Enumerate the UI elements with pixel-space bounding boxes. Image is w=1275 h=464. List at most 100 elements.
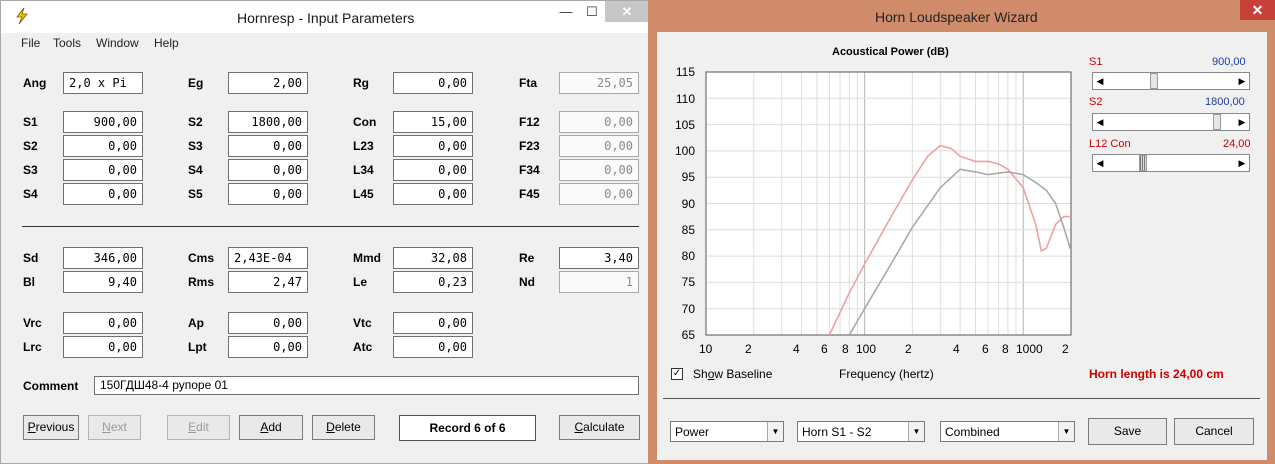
- label-f45: F45: [519, 187, 540, 201]
- l12-slider-value: 24,00: [1223, 138, 1251, 150]
- field-rg[interactable]: 0,00: [393, 72, 473, 94]
- scroll-right-arrow-icon[interactable]: ▶: [1235, 155, 1249, 171]
- y-tick-label: 115: [675, 65, 695, 79]
- show-baseline-label[interactable]: Show Baseline: [693, 367, 772, 381]
- field-f23: 0,00: [559, 135, 639, 157]
- power-select[interactable]: Power ▼: [670, 421, 784, 442]
- field-l34[interactable]: 0,00: [393, 159, 473, 181]
- delete-button[interactable]: Delete: [312, 415, 375, 440]
- label-l34: L34: [353, 163, 374, 177]
- cancel-button[interactable]: Cancel: [1174, 418, 1254, 445]
- s1-slider-thumb[interactable]: [1150, 73, 1158, 89]
- field-s5[interactable]: 0,00: [228, 183, 308, 205]
- field-atc[interactable]: 0,00: [393, 336, 473, 358]
- mode-select-value: Combined: [945, 425, 1000, 439]
- field-vrc[interactable]: 0,00: [63, 312, 143, 334]
- s1-slider-value: 900,00: [1212, 56, 1246, 68]
- y-tick-label: 100: [674, 144, 695, 158]
- menu-help[interactable]: Help: [154, 36, 179, 50]
- field-s2-lower[interactable]: 0,00: [63, 135, 143, 157]
- dropdown-arrow-icon[interactable]: ▼: [1058, 422, 1074, 441]
- field-eg[interactable]: 2,00: [228, 72, 308, 94]
- field-vtc[interactable]: 0,00: [393, 312, 473, 334]
- label-le: Le: [353, 275, 368, 289]
- label-lpt: Lpt: [188, 340, 207, 354]
- field-cms[interactable]: 2,43E-04: [228, 247, 308, 269]
- x-tick-label: 4: [793, 342, 800, 356]
- menu-file[interactable]: File: [21, 36, 40, 50]
- label-s3-lower: S3: [23, 163, 38, 177]
- label-atc: Atc: [353, 340, 373, 354]
- x-tick-label: 1000: [1016, 342, 1043, 356]
- save-button[interactable]: Save: [1088, 418, 1167, 445]
- y-tick-label: 85: [681, 223, 695, 237]
- label-sd: Sd: [23, 251, 39, 265]
- close-button[interactable]: ✕: [1240, 0, 1275, 20]
- label-s1: S1: [23, 115, 38, 129]
- comment-field[interactable]: 150ГДШ48-4 рупоре 01: [94, 376, 639, 395]
- y-tick-label: 70: [681, 302, 695, 316]
- x-tick-label: 4: [953, 342, 960, 356]
- field-rms[interactable]: 2,47: [228, 271, 308, 293]
- l12-slider-thumb[interactable]: [1139, 155, 1147, 171]
- label-rms: Rms: [188, 275, 215, 289]
- field-s1[interactable]: 900,00: [63, 111, 143, 133]
- s2-slider[interactable]: ◀ ▶: [1092, 113, 1250, 131]
- separator-line: [663, 398, 1260, 399]
- show-baseline-checkbox[interactable]: ✓: [671, 368, 683, 380]
- minimize-button[interactable]: —: [553, 1, 579, 22]
- field-s3-lower[interactable]: 0,00: [63, 159, 143, 181]
- dropdown-arrow-icon[interactable]: ▼: [767, 422, 783, 441]
- label-nd: Nd: [519, 275, 535, 289]
- label-s3: S3: [188, 139, 203, 153]
- menu-tools[interactable]: Tools: [53, 36, 81, 50]
- field-s3[interactable]: 0,00: [228, 135, 308, 157]
- field-bl[interactable]: 9,40: [63, 271, 143, 293]
- label-con: Con: [353, 115, 377, 129]
- maximize-button[interactable]: ☐: [579, 1, 605, 22]
- add-button[interactable]: Add: [239, 415, 303, 440]
- previous-button[interactable]: Previous: [23, 415, 79, 440]
- field-l45[interactable]: 0,00: [393, 183, 473, 205]
- horn-wizard-window: Horn Loudspeaker Wizard ✕ Acoustical Pow…: [648, 0, 1275, 464]
- field-f45: 0,00: [559, 183, 639, 205]
- mode-select[interactable]: Combined ▼: [940, 421, 1075, 442]
- field-s4[interactable]: 0,00: [228, 159, 308, 181]
- scroll-left-arrow-icon[interactable]: ◀: [1093, 114, 1107, 130]
- x-axis-label: Frequency (hertz): [839, 367, 934, 381]
- scroll-left-arrow-icon[interactable]: ◀: [1093, 155, 1107, 171]
- field-sd[interactable]: 346,00: [63, 247, 143, 269]
- label-l23: L23: [353, 139, 374, 153]
- dropdown-arrow-icon[interactable]: ▼: [908, 422, 924, 441]
- label-rg: Rg: [353, 76, 369, 90]
- field-lpt[interactable]: 0,00: [228, 336, 308, 358]
- x-tick-label: 100: [856, 342, 877, 356]
- field-ap[interactable]: 0,00: [228, 312, 308, 334]
- s1-slider[interactable]: ◀ ▶: [1092, 72, 1250, 90]
- scroll-right-arrow-icon[interactable]: ▶: [1235, 114, 1249, 130]
- scroll-right-arrow-icon[interactable]: ▶: [1235, 73, 1249, 89]
- s2-slider-thumb[interactable]: [1213, 114, 1221, 130]
- label-s2-lower: S2: [23, 139, 38, 153]
- field-s2[interactable]: 1800,00: [228, 111, 308, 133]
- field-nd[interactable]: 1: [559, 271, 639, 293]
- x-tick-label: 8: [1002, 342, 1009, 356]
- label-s5: S5: [188, 187, 203, 201]
- field-con[interactable]: 15,00: [393, 111, 473, 133]
- field-re[interactable]: 3,40: [559, 247, 639, 269]
- next-button[interactable]: Next: [88, 415, 141, 440]
- scroll-left-arrow-icon[interactable]: ◀: [1093, 73, 1107, 89]
- close-button[interactable]: ✕: [605, 1, 649, 22]
- field-ang[interactable]: 2,0 x Pi: [63, 72, 143, 94]
- hornresp-input-window: Hornresp - Input Parameters — ☐ ✕ File T…: [0, 0, 650, 464]
- field-mmd[interactable]: 32,08: [393, 247, 473, 269]
- horn-segment-select[interactable]: Horn S1 - S2 ▼: [797, 421, 925, 442]
- calculate-button[interactable]: Calculate: [559, 415, 640, 440]
- menu-window[interactable]: Window: [96, 36, 139, 50]
- field-lrc[interactable]: 0,00: [63, 336, 143, 358]
- field-s4-lower[interactable]: 0,00: [63, 183, 143, 205]
- field-le[interactable]: 0,23: [393, 271, 473, 293]
- edit-button[interactable]: Edit: [167, 415, 230, 440]
- field-l23[interactable]: 0,00: [393, 135, 473, 157]
- l12-slider[interactable]: ◀ ▶: [1092, 154, 1250, 172]
